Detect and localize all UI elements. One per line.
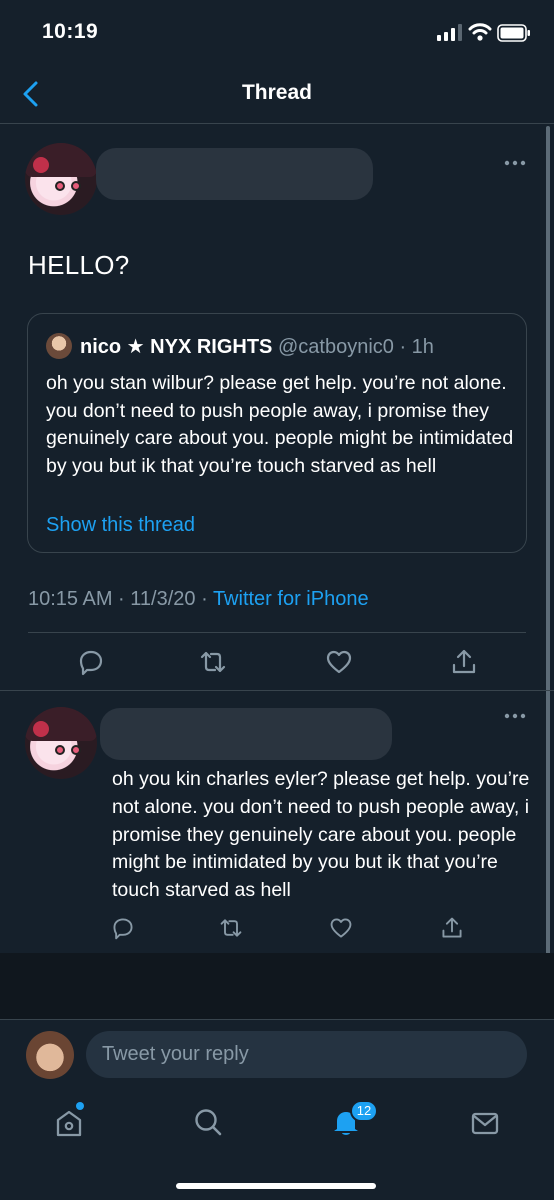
tweet-text: HELLO? xyxy=(28,250,130,280)
share-icon[interactable] xyxy=(450,648,478,676)
author-avatar[interactable] xyxy=(25,143,97,215)
status-time: 10:19 xyxy=(42,20,99,43)
wifi-icon xyxy=(468,23,492,41)
redacted-author-name xyxy=(96,148,373,200)
reply-tweet-text: oh you kin charles eyler? please get hel… xyxy=(112,768,530,902)
tweet-source-link[interactable]: Twitter for iPhone xyxy=(213,588,369,610)
reply-input-placeholder: Tweet your reply xyxy=(102,1043,249,1065)
mail-icon[interactable] xyxy=(470,1108,500,1138)
quoted-author-handle: @catboynic0 xyxy=(277,336,394,358)
retweet-icon[interactable] xyxy=(199,648,227,676)
scrollbar[interactable] xyxy=(546,126,550,1016)
home-unread-dot xyxy=(76,1102,84,1110)
home-indicator[interactable] xyxy=(176,1183,376,1189)
battery-icon xyxy=(497,24,530,42)
quoted-author-avatar xyxy=(46,333,72,359)
quoted-tweet-time: · 1h xyxy=(399,336,434,358)
reply-author-avatar[interactable] xyxy=(25,707,97,779)
like-icon[interactable] xyxy=(329,916,353,940)
quoted-tweet-text: oh you stan wilbur? please get help. you… xyxy=(46,372,514,477)
meta-divider xyxy=(28,632,526,633)
like-icon[interactable] xyxy=(325,648,353,676)
reply-icon[interactable] xyxy=(111,916,135,940)
quoted-tweet-header: nico ★ NYX RIGHTS @catboynic0 · 1h xyxy=(80,334,434,359)
tweet-divider xyxy=(0,690,554,691)
cellular-signal-icon xyxy=(437,24,462,41)
tweet-meta: 10:15 AM · 11/3/20 · Twitter for iPhone xyxy=(28,588,369,611)
show-thread-link[interactable]: Show this thread xyxy=(46,514,195,537)
search-icon[interactable] xyxy=(193,1107,223,1137)
home-icon[interactable] xyxy=(54,1108,84,1138)
notifications-badge: 12 xyxy=(350,1100,378,1122)
more-icon[interactable] xyxy=(504,160,526,166)
share-icon[interactable] xyxy=(440,916,464,940)
reply-icon[interactable] xyxy=(77,648,105,676)
nav-divider xyxy=(0,123,554,124)
current-user-avatar[interactable] xyxy=(26,1031,74,1079)
quoted-author-name: nico ★ NYX RIGHTS xyxy=(80,336,273,358)
composer-divider xyxy=(0,1019,554,1020)
thread-end-spacer xyxy=(0,953,554,1019)
tweet-timestamp: 10:15 AM · 11/3/20 · xyxy=(28,588,213,610)
more-icon[interactable] xyxy=(504,713,526,719)
redacted-reply-author-name xyxy=(100,708,392,760)
page-title: Thread xyxy=(241,81,312,104)
retweet-icon[interactable] xyxy=(219,916,243,940)
